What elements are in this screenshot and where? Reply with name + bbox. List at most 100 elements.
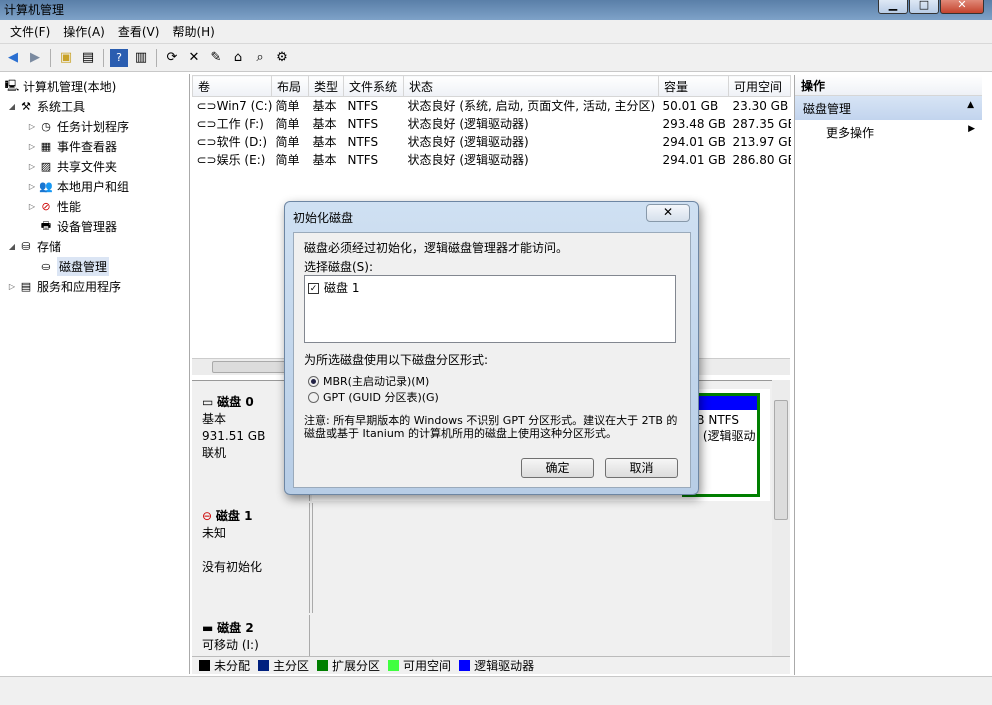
partition-style-label: 为所选磁盘使用以下磁盘分区形式: [304,353,489,367]
shared-folder-icon: ▨ [40,159,52,173]
layout-cell: 简单 [275,99,300,114]
ok-button[interactable]: 确定 [521,458,594,478]
radio-unselected-icon[interactable] [308,391,319,403]
type-cell: 基本 [312,153,337,167]
status-cell: 状态良好 (逻辑驱动器) [407,135,529,149]
help-icon[interactable]: ? [110,48,128,67]
window-title: 计算机管理 [4,3,65,17]
menu-help[interactable]: 帮助(H) [172,23,214,40]
disk-type: 可移动 (I:) [202,638,259,652]
radio-selected-icon[interactable] [308,375,319,387]
find-icon[interactable]: ⌕ [251,49,269,67]
disk-select-list[interactable]: ✓ 磁盘 1 [304,275,676,343]
tree-item-shared-folders[interactable]: ▷ ▨ 共享文件夹 [26,156,117,176]
table-row[interactable]: ⊂⊃工作 (F:) 简单 基本 NTFS 状态良好 (逻辑驱动器) 293.48… [193,115,791,133]
tree-item-task-scheduler[interactable]: ▷ ◷ 任务计划程序 [26,116,129,136]
up-folder-icon[interactable]: ▣ [57,49,75,67]
menu-file[interactable]: 文件(F) [10,23,50,40]
tree-item-device-manager[interactable]: 🖶 设备管理器 [38,216,117,236]
layout-cell: 简单 [275,117,300,131]
column-header-free-space[interactable]: 可用空间 [728,75,791,97]
table-row[interactable]: ⊂⊃Win7 (C:) 简单 基本 NTFS 状态良好 (系统, 启动, 页面文… [193,97,791,115]
collapsed-arrow-icon[interactable]: ▷ [26,162,38,171]
collapsed-arrow-icon[interactable]: ▷ [26,202,38,211]
maximize-button[interactable]: □ [909,0,939,14]
collapsed-arrow-icon[interactable]: ▷ [26,142,38,151]
capacity-cell: 293.48 GB [662,116,726,131]
list-item[interactable]: ✓ 磁盘 1 [308,279,672,296]
disk-name: 磁盘 1 [215,509,253,523]
column-header-filesystem[interactable]: 文件系统 [343,75,404,97]
column-header-status[interactable]: 状态 [403,75,659,97]
legend-item: 主分区 [258,657,309,674]
disk-2-label[interactable]: ▬ 磁盘 2 可移动 (I:) [192,615,310,659]
actions-group-label: 磁盘管理 [803,102,852,116]
tree-item-performance[interactable]: ▷ ⊘ 性能 [26,196,81,216]
status-cell: 状态良好 (逻辑驱动器) [407,117,529,131]
settings-icon[interactable]: ⚙ [273,49,291,67]
tree-item-disk-management[interactable]: ⛀ 磁盘管理 [38,256,110,276]
dialog-close-button[interactable]: ✕ [646,204,690,222]
scrollbar-thumb[interactable] [212,361,292,373]
gpt-label: GPT (GUID 分区表)(G) [323,391,439,404]
tree-item-local-users[interactable]: ▷ 👥 本地用户和组 [26,176,129,196]
drive-icon: ⊂⊃ [196,153,217,167]
disk-1-label[interactable]: ⊖ 磁盘 1 未知 没有初始化 [192,503,310,613]
tree-item-event-viewer[interactable]: ▷ ▦ 事件查看器 [26,136,117,156]
legend-swatch [199,660,210,671]
disk-type: 未知 [202,526,227,540]
menu-view[interactable]: 查看(V) [118,23,160,40]
expanded-arrow-icon[interactable]: ◢ [6,242,18,251]
scrollbar-thumb[interactable] [774,400,788,520]
actions-group-disk-management[interactable]: 磁盘管理 ▲ [795,96,982,120]
table-row[interactable]: ⊂⊃娱乐 (E:) 简单 基本 NTFS 状态良好 (逻辑驱动器) 294.01… [193,151,791,169]
tree-item-system-tools[interactable]: ◢ ⚒ 系统工具 [6,96,85,116]
filesystem-cell: NTFS [347,134,379,149]
more-actions-item[interactable]: 更多操作 ▶ [795,120,982,144]
title-bar: 计算机管理 ▁ □ ✕ [0,0,992,20]
collapsed-arrow-icon[interactable]: ▷ [6,282,18,291]
tree-item-storage[interactable]: ◢ ⛁ 存储 [6,236,61,256]
collapsed-arrow-icon[interactable]: ▷ [26,182,38,191]
expanded-arrow-icon[interactable]: ◢ [6,102,18,111]
delete-icon[interactable]: ✕ [185,49,203,67]
tree-item-root[interactable]: 🖳 计算机管理(本地) [4,76,117,96]
select-disk-label: 选择磁盘(S): [304,260,374,274]
column-header-volume[interactable]: 卷 [192,75,272,97]
status-bar [0,676,992,705]
collapse-up-icon[interactable]: ▲ [967,100,974,116]
collapsed-arrow-icon[interactable]: ▷ [26,122,38,131]
gpt-radio[interactable]: GPT (GUID 分区表)(G) [308,389,439,405]
properties-icon[interactable]: ✎ [207,49,225,67]
mbr-radio[interactable]: MBR(主启动记录)(M) [308,373,429,389]
table-row[interactable]: ⊂⊃软件 (D:) 简单 基本 NTFS 状态良好 (逻辑驱动器) 294.01… [193,133,791,151]
vertical-scrollbar[interactable] [772,380,790,656]
volume-name: 软件 (D:) [216,135,268,149]
refresh-icon[interactable]: ⟳ [163,49,181,67]
cancel-button[interactable]: 取消 [605,458,678,478]
legend-label: 主分区 [273,659,310,673]
menu-action[interactable]: 操作(A) [63,23,105,40]
minimize-button[interactable]: ▁ [878,0,908,14]
column-header-layout[interactable]: 布局 [271,75,309,97]
layout-cell: 简单 [275,135,300,149]
free-space-cell: 213.97 GB [732,134,791,149]
back-icon[interactable]: ◀ [4,49,22,67]
actions-pane: 操作 磁盘管理 ▲ 更多操作 ▶ [794,75,982,675]
column-header-capacity[interactable]: 容量 [658,75,729,97]
close-button[interactable]: ✕ [940,0,984,14]
legend-label: 可用空间 [403,659,452,673]
disk-1-area [312,503,770,613]
legend: 未分配 主分区 扩展分区 可用空间 逻辑驱动器 [192,656,790,674]
forward-icon[interactable]: ▶ [26,49,44,67]
navigation-tree: 🖳 计算机管理(本地) ◢ ⚒ 系统工具 ▷ ◷ 任务计划程序 ▷ ▦ 事件查看器 ▷ ▨ 共享文… [0,74,190,674]
show-action-pane-icon[interactable]: ▥ [132,49,150,67]
open-folder-icon[interactable]: ⌂ [229,49,247,67]
disk-item-label: 磁盘 1 [324,281,360,295]
legend-label: 未分配 [214,659,251,673]
checkbox-checked-icon[interactable]: ✓ [308,283,319,294]
column-header-type[interactable]: 类型 [308,75,344,97]
free-space-cell: 287.35 GB [732,116,791,131]
show-hide-tree-icon[interactable]: ▤ [79,49,97,67]
tree-item-services[interactable]: ▷ ▤ 服务和应用程序 [6,276,121,296]
